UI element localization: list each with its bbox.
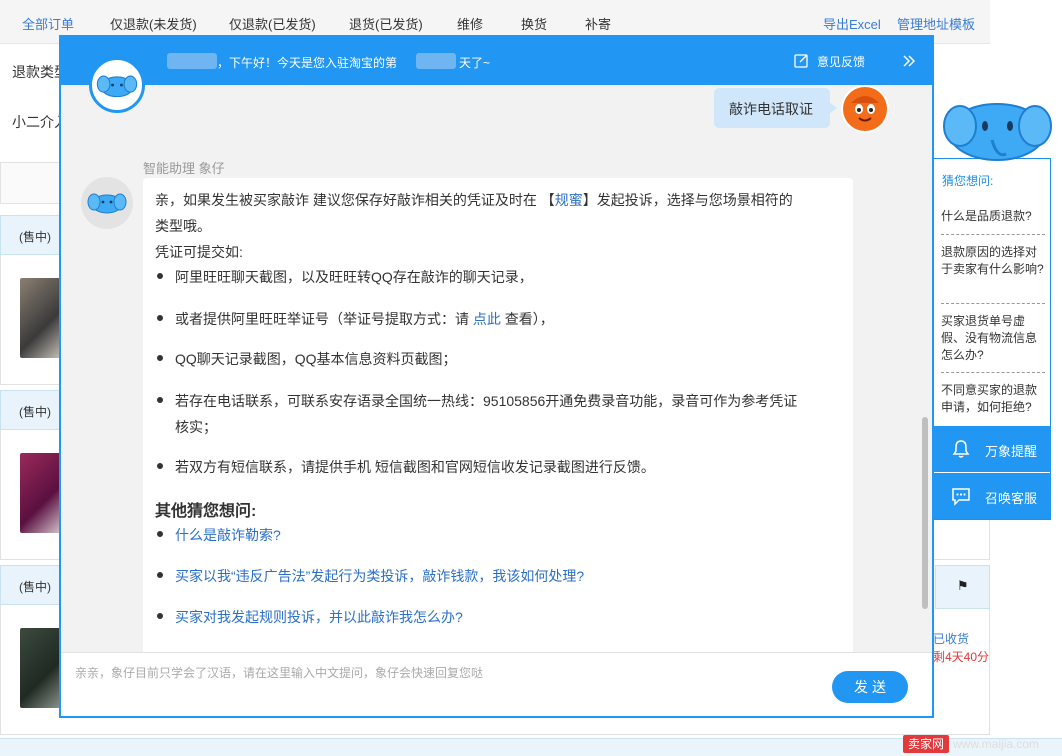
- chat-input[interactable]: [75, 663, 815, 683]
- evidence-item: 阿里旺旺聊天截图，以及旺旺转QQ存在敲诈的聊天记录，: [157, 264, 533, 290]
- divider: [941, 303, 1045, 304]
- edit-icon[interactable]: [794, 53, 809, 68]
- chat-input-area: 发送: [61, 652, 932, 716]
- call-service-button[interactable]: 召唤客服: [933, 473, 1051, 519]
- guimi-link[interactable]: 规蜜: [555, 192, 583, 208]
- answer-intro-text-2: 发起投诉，选择与您场景相符的: [596, 192, 793, 208]
- tab-return-shipped[interactable]: 退货(已发货): [349, 14, 423, 33]
- redacted-name: [167, 53, 217, 69]
- related-title: 其他猜您想问:: [155, 503, 257, 520]
- user-message-bubble: 敲诈电话取证: [714, 88, 837, 128]
- status-badge: (售中): [0, 565, 62, 605]
- evidence-item-text: 阿里旺旺聊天截图，以及旺旺转QQ存在敲诈的聊天记录，: [175, 269, 533, 285]
- evidence-item-tail: 核实；: [175, 419, 217, 435]
- related-question-link[interactable]: 买家对我发起规则投诉，并以此敲诈我怎么办?: [175, 609, 463, 625]
- received-status: 已收货: [933, 632, 970, 646]
- bracket-close: 】: [582, 192, 597, 208]
- send-button[interactable]: 发送: [832, 671, 908, 703]
- watermark: 卖家网 www.maijia.com: [903, 735, 1040, 753]
- bullet: [157, 463, 163, 470]
- flag-icon[interactable]: ⚑: [957, 578, 969, 594]
- feedback-link[interactable]: 意见反馈: [817, 53, 865, 70]
- bullet: [157, 531, 163, 538]
- related-question-link[interactable]: 买家以我“违反广告法”发起行为类投诉，敲诈钱款，我该如何处理?: [175, 568, 584, 584]
- chat-icon: [952, 488, 970, 506]
- answer-intro: 亲，如果发生被买家敲诈 建议您保存好敲诈相关的凭证及时在 【规蜜】发起投诉，选择…: [155, 187, 845, 239]
- reminder-button[interactable]: 万象提醒: [933, 426, 1051, 472]
- evidence-item: 或者提供阿里旺旺举证号（举证号提取方式：请 点此 查看），: [157, 306, 554, 332]
- related-question-link[interactable]: 什么是敲诈勒索?: [175, 527, 281, 543]
- click-here-link[interactable]: 点此: [473, 311, 501, 327]
- status-badge: (售中): [0, 215, 62, 255]
- bell-icon: [952, 440, 970, 458]
- evidence-item-text: 若双方有短信联系，请提供手机 短信截图和官网短信收发记录截图进行反馈。: [175, 459, 655, 475]
- user-avatar: [841, 85, 889, 133]
- greeting-suffix: 天了~: [459, 56, 491, 70]
- guess-question[interactable]: 买家退货单号虚假、没有物流信息怎么办?: [941, 313, 1045, 364]
- answer-intro-text: 亲，如果发生被买家敲诈 建议您保存好敲诈相关的凭证及时在: [155, 192, 537, 208]
- call-service-label: 召唤客服: [985, 491, 1038, 506]
- tab-exchange[interactable]: 换货: [521, 14, 547, 33]
- product-thumbnail[interactable]: [20, 628, 62, 708]
- evidence-item-text: 或者提供阿里旺旺举证号（举证号提取方式：请: [175, 311, 469, 327]
- bullet: [157, 355, 163, 362]
- reminder-label: 万象提醒: [985, 444, 1038, 459]
- evidence-item-tail: 查看），: [504, 311, 554, 327]
- tab-refund-shipped[interactable]: 仅退款(已发货): [229, 14, 316, 33]
- export-excel-link[interactable]: 导出Excel: [823, 14, 881, 33]
- evidence-item-text: QQ聊天记录截图，QQ基本信息资料页截图；: [175, 351, 457, 367]
- evidence-item: 若双方有短信联系，请提供手机 短信截图和官网短信收发记录截图进行反馈。: [157, 454, 655, 480]
- tab-refund-unshipped[interactable]: 仅退款(未发货): [110, 14, 197, 33]
- evidence-title: 凭证可提交如:: [155, 244, 243, 260]
- divider: [941, 234, 1045, 235]
- elephant-mascot-icon: [943, 103, 1052, 161]
- related-question[interactable]: 什么是敲诈勒索?: [157, 522, 281, 548]
- bullet: [157, 613, 163, 620]
- watermark-url: www.maijia.com: [953, 737, 1040, 751]
- related-question[interactable]: 买家以我“违反广告法”发起行为类投诉，敲诈钱款，我该如何处理?: [157, 563, 584, 589]
- answer-intro-text-3: 类型哦。: [155, 218, 211, 234]
- guess-question[interactable]: 什么是品质退款?: [941, 208, 1045, 225]
- status-badge: (售中): [0, 390, 62, 430]
- bullet: [157, 572, 163, 579]
- dialog-header: ，下午好！今天是您入驻淘宝的第 天了~ 意见反馈: [61, 37, 932, 85]
- watermark-logo: 卖家网: [903, 735, 950, 753]
- bot-avatar: [81, 177, 133, 229]
- address-template-link[interactable]: 管理地址模板: [897, 14, 975, 33]
- double-chevron-right-icon[interactable]: [902, 54, 916, 68]
- bullet: [157, 397, 163, 404]
- guess-question[interactable]: 不同意买家的退款申请，如何拒绝?: [941, 382, 1045, 416]
- chat-scrollbar-thumb[interactable]: [922, 417, 928, 609]
- related-question[interactable]: 买家对我发起规则投诉，并以此敲诈我怎么办?: [157, 604, 463, 630]
- bullet: [157, 315, 163, 322]
- product-thumbnail[interactable]: [20, 278, 62, 358]
- evidence-item-text: 若存在电话联系，可联系安存语录全国统一热线：95105856开通免费录音功能，录…: [175, 393, 798, 409]
- bullet: [157, 273, 163, 280]
- greeting-text: ，下午好！今天是您入驻淘宝的第: [217, 56, 398, 70]
- bot-name: 智能助理 象仔: [143, 161, 225, 176]
- tab-repair[interactable]: 维修: [457, 14, 483, 33]
- assistant-chat-dialog: ，下午好！今天是您入驻淘宝的第 天了~ 意见反馈 敲诈电话取证 智能助理 象仔: [59, 35, 934, 718]
- tab-all-orders[interactable]: 全部订单: [22, 14, 74, 33]
- divider: [941, 372, 1045, 373]
- evidence-item: QQ聊天记录截图，QQ基本信息资料页截图；: [157, 346, 457, 372]
- guess-title: 猜您想问:: [942, 174, 994, 188]
- product-thumbnail[interactable]: [20, 453, 62, 533]
- evidence-item: 若存在电话联系，可联系安存语录全国统一热线：95105856开通免费录音功能，录…: [157, 388, 847, 440]
- bracket-open: 【: [540, 192, 555, 208]
- bot-answer-card: 亲，如果发生被买家敲诈 建议您保存好敲诈相关的凭证及时在 【规蜜】发起投诉，选择…: [143, 178, 853, 656]
- assistant-avatar: [89, 57, 145, 113]
- countdown-text: 剩4天40分: [933, 650, 990, 664]
- redacted-days: [416, 53, 456, 69]
- tab-resend[interactable]: 补寄: [585, 14, 611, 33]
- guess-question[interactable]: 退款原因的选择对于卖家有什么影响?: [941, 244, 1045, 278]
